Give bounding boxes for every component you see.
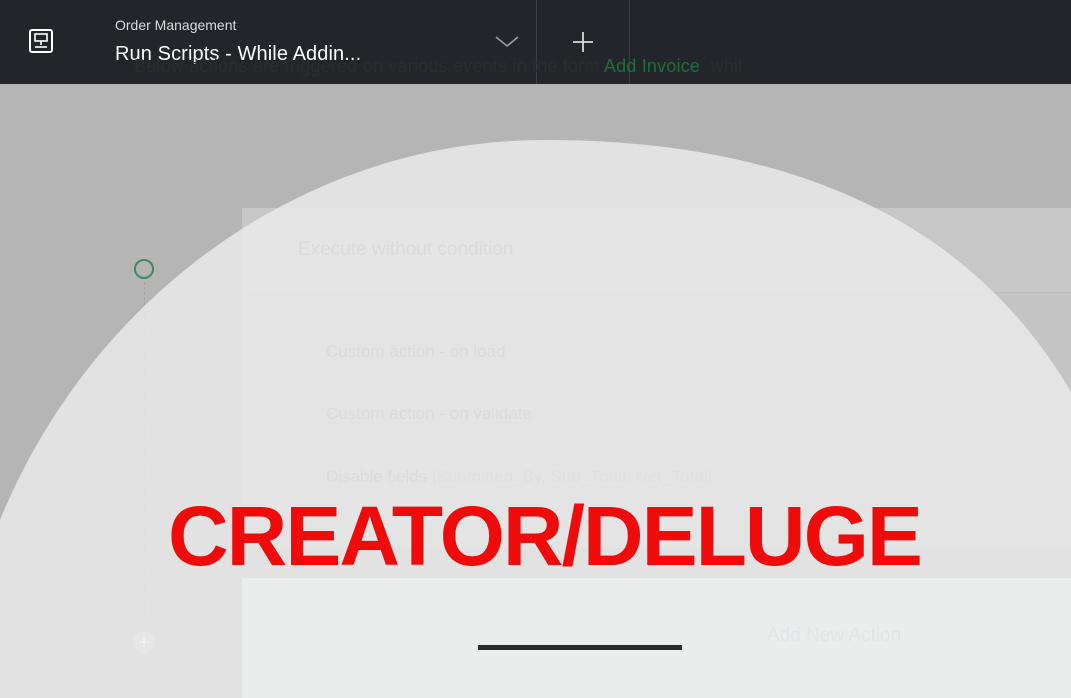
disable-fields-label: Disable fields — [326, 467, 432, 486]
timeline-connector — [144, 282, 145, 622]
intro-suffix: , whil — [700, 56, 743, 76]
add-action-plus-icon[interactable]: + — [133, 631, 155, 653]
add-new-action-button[interactable]: Add New Action — [242, 578, 1071, 698]
decorative-underline — [478, 645, 682, 650]
disable-fields-list: [Submitted_By, Sub_Total, Net_Total] — [431, 467, 713, 486]
intro-prefix: Below actions are triggered on various e… — [134, 56, 604, 76]
form-link[interactable]: Add Invoice — [604, 56, 700, 76]
condition-header[interactable]: Execute without condition — [242, 208, 1071, 293]
action-item-disable-fields[interactable]: Disable fields [Submitted_By, Sub_Total,… — [326, 467, 712, 487]
watermark-text: CREATOR/DELUGE — [168, 489, 923, 583]
action-item[interactable]: Custom action - on load — [326, 342, 506, 362]
chevron-down-icon — [495, 36, 519, 48]
app-window-icon[interactable] — [28, 28, 54, 54]
add-new-action-label: Add New Action — [767, 625, 902, 646]
breadcrumb-application: Order Management — [115, 17, 237, 33]
condition-label: Execute without condition — [298, 239, 514, 260]
plus-icon — [573, 32, 593, 52]
action-item[interactable]: Custom action - on validate — [326, 404, 532, 424]
intro-text: Below actions are triggered on various e… — [134, 56, 742, 77]
timeline-node — [134, 259, 154, 279]
